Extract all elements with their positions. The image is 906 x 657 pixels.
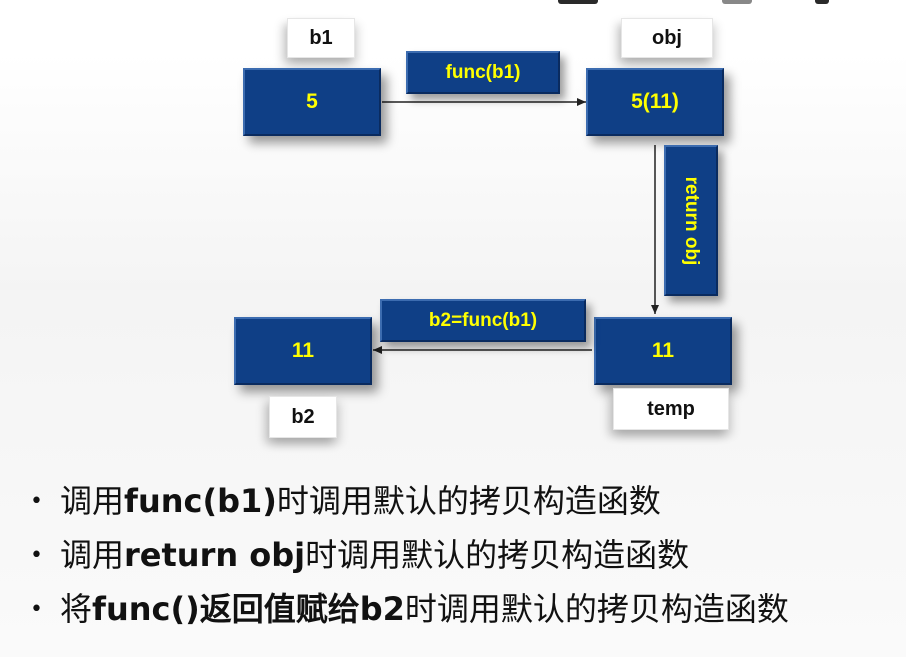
tag-temp: temp [613,388,729,430]
label-return-obj: return obj [664,145,718,296]
bullet-prefix: 调用 [60,536,125,574]
bullet-prefix: 调用 [60,482,125,520]
bullet-list: • 调用 func(b1) 时调用默认的拷贝构造函数 • 调用 return obj 时… [30,476,789,638]
box-temp: 11 [594,317,732,385]
tag-b1: b1 [287,18,355,58]
bullet-suffix: 时调用默认的拷贝构造函数 [276,482,661,520]
bullet-suffix: 时调用默认的拷贝构造函数 [404,590,789,628]
label-b2-assign: b2=func(b1) [380,299,586,342]
bullet-item: • 将 func()返回值赋给b2 时调用默认的拷贝构造函数 [30,584,789,638]
bullet-suffix: 时调用默认的拷贝构造函数 [305,536,690,574]
tag-b2: b2 [269,396,337,438]
bullet-keyword: func()返回值赋给b2 [92,590,405,628]
bullet-item: • 调用 func(b1) 时调用默认的拷贝构造函数 [30,476,789,530]
label-return-obj-text: return obj [681,176,702,265]
bullet-dot-icon: • [30,597,43,622]
bullet-dot-icon: • [30,489,43,514]
bullet-item: • 调用 return obj 时调用默认的拷贝构造函数 [30,530,789,584]
box-b2: 11 [234,317,372,385]
box-obj: 5(11) [586,68,724,136]
box-b1: 5 [243,68,381,136]
tag-obj: obj [621,18,713,58]
bullet-keyword: return obj [124,536,306,574]
bullet-prefix: 将 [60,590,93,628]
bullet-keyword: func(b1) [124,482,277,520]
bullet-dot-icon: • [30,543,43,568]
label-func-b1: func(b1) [406,51,560,94]
